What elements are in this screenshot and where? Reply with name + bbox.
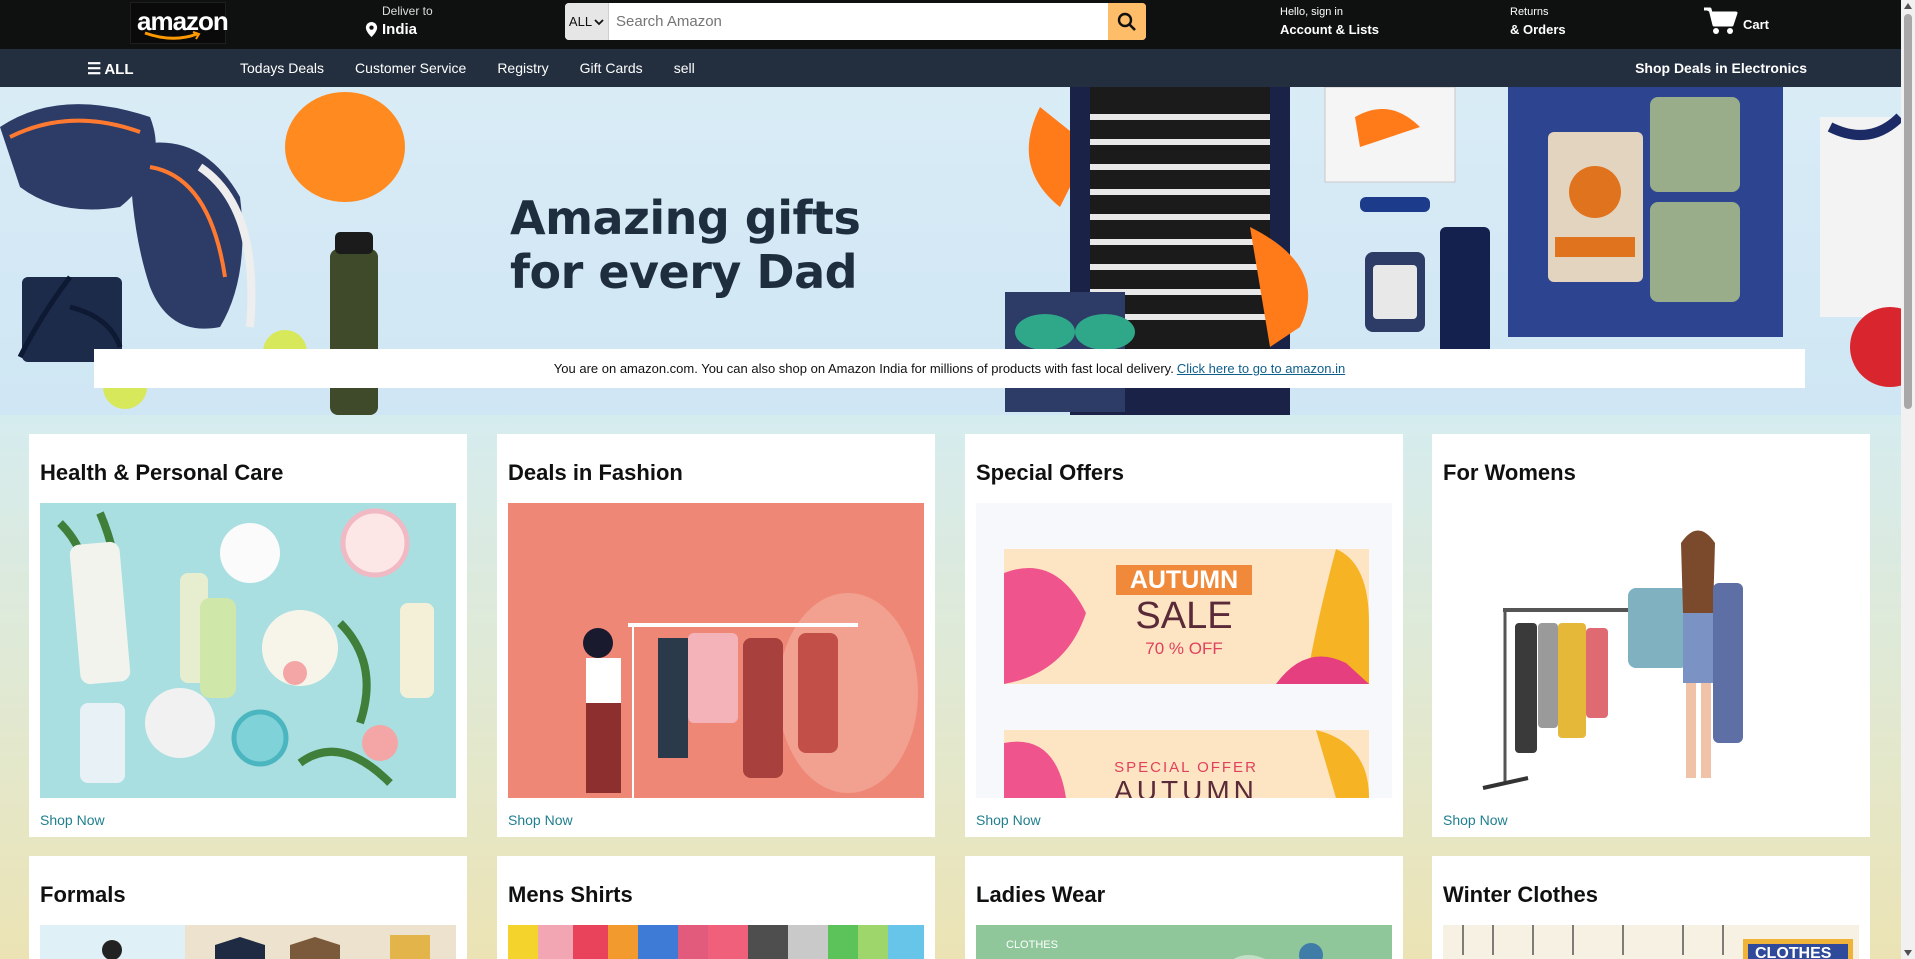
image-caption: CLOTHES bbox=[1755, 945, 1832, 959]
card-title: Special Offers bbox=[976, 460, 1124, 485]
card-image-special-offers[interactable]: AUTUMN SALE 70 % OFF SPECIAL OFFER AUTUM… bbox=[976, 503, 1392, 798]
hero-headline-line1: Amazing gifts bbox=[510, 191, 861, 245]
subnav-link-gift-cards[interactable]: Gift Cards bbox=[580, 60, 643, 76]
page-scrollbar[interactable] bbox=[1901, 0, 1915, 959]
card-image-fashion[interactable] bbox=[508, 503, 924, 798]
ladies-clothing-image bbox=[1234, 943, 1323, 959]
card-title: Health & Personal Care bbox=[40, 460, 284, 485]
deliver-location: India bbox=[382, 21, 418, 38]
subnav-link-registry[interactable]: Registry bbox=[497, 60, 548, 76]
chevron-down-icon bbox=[594, 18, 604, 25]
deliver-to-location[interactable]: Deliver to India bbox=[365, 4, 433, 38]
subnav-link-sell[interactable]: sell bbox=[674, 60, 695, 76]
card-image-womens[interactable] bbox=[1443, 503, 1859, 798]
autumn-banner-badge: AUTUMN bbox=[1116, 565, 1252, 595]
shop-now-link[interactable]: Shop Now bbox=[976, 812, 1041, 828]
shop-now-link[interactable]: Shop Now bbox=[508, 812, 573, 828]
clothing-rack-image bbox=[508, 503, 924, 798]
card-title: For Womens bbox=[1443, 460, 1576, 485]
region-notice-banner: You are on amazon.com. You can also shop… bbox=[94, 349, 1805, 388]
all-menu-button[interactable]: ☰ ALL bbox=[87, 59, 134, 79]
secondary-navigation-bar: ☰ ALL Todays Deals Customer Service Regi… bbox=[0, 49, 1901, 87]
search-category-select[interactable]: ALL bbox=[565, 3, 609, 40]
all-label: ALL bbox=[104, 60, 134, 78]
woman-clothing-rack-image bbox=[1443, 503, 1859, 798]
colorful-shirts-image bbox=[508, 925, 924, 959]
card-image-winter-clothes[interactable]: CLOTHES bbox=[1443, 925, 1859, 959]
scroll-down-arrow-icon[interactable] bbox=[1904, 950, 1912, 956]
hero-headline: Amazing gifts for every Dad bbox=[510, 191, 861, 299]
card-mens-shirts: Mens Shirts bbox=[497, 856, 935, 959]
card-for-womens: For Womens Shop Now bbox=[1432, 434, 1870, 837]
card-title: Ladies Wear bbox=[976, 882, 1106, 907]
search-button[interactable] bbox=[1108, 3, 1146, 40]
subnav-links: Todays Deals Customer Service Registry G… bbox=[240, 60, 726, 76]
card-ladies-wear: Ladies Wear CLOTHES bbox=[965, 856, 1403, 959]
card-image-mens-shirts[interactable] bbox=[508, 925, 924, 959]
deliver-label: Deliver to bbox=[382, 4, 433, 18]
amazon-logo[interactable]: amazon bbox=[130, 2, 229, 44]
search-bar: ALL bbox=[565, 3, 1146, 40]
special-offer-banner-label: SPECIAL OFFER bbox=[1114, 759, 1258, 776]
account-label: Account & Lists bbox=[1280, 22, 1379, 37]
search-icon bbox=[1117, 12, 1136, 31]
shop-deals-electronics-link[interactable]: Shop Deals in Electronics bbox=[1635, 60, 1807, 76]
card-title: Mens Shirts bbox=[508, 882, 633, 907]
cart-label: Cart bbox=[1743, 16, 1770, 32]
region-notice-text: You are on amazon.com. You can also shop… bbox=[553, 361, 1174, 376]
orders-label: & Orders bbox=[1510, 22, 1566, 37]
search-category-value: ALL bbox=[568, 14, 593, 29]
autumn-banner-sale: SALE bbox=[1135, 595, 1233, 637]
card-title: Formals bbox=[40, 882, 126, 907]
card-image-ladies-wear[interactable]: CLOTHES bbox=[976, 925, 1392, 959]
returns-label: Returns bbox=[1510, 6, 1549, 18]
hero-headline-line2: for every Dad bbox=[510, 245, 858, 299]
shop-now-link[interactable]: Shop Now bbox=[1443, 812, 1508, 828]
scroll-up-arrow-icon[interactable] bbox=[1904, 3, 1912, 9]
location-pin-icon bbox=[365, 22, 378, 37]
account-greeting: Hello, sign in bbox=[1280, 6, 1343, 18]
cart-icon bbox=[1704, 7, 1738, 34]
scrollbar-thumb[interactable] bbox=[1904, 14, 1912, 409]
card-image-formals[interactable] bbox=[40, 925, 456, 959]
card-special-offers: Special Offers AUTUMN SALE 70 % OFF SPEC… bbox=[965, 434, 1403, 837]
card-title: Winter Clothes bbox=[1443, 882, 1599, 907]
card-title: Deals in Fashion bbox=[508, 460, 683, 485]
smile-arrow-icon bbox=[144, 31, 201, 40]
subnav-link-todays-deals[interactable]: Todays Deals bbox=[240, 60, 324, 76]
top-navigation-bar: amazon Deliver to India ALL Search Amazo… bbox=[0, 0, 1901, 49]
skincare-products-image bbox=[40, 503, 456, 798]
search-input[interactable] bbox=[610, 3, 1101, 40]
subnav-link-customer-service[interactable]: Customer Service bbox=[355, 60, 466, 76]
amazon-india-link[interactable]: Click here to go to amazon.in bbox=[1177, 361, 1345, 376]
card-health-personal-care: Health & Personal Care Shop Now bbox=[29, 434, 467, 837]
hamburger-icon: ☰ bbox=[87, 61, 102, 78]
autumn-banner-discount: 70 % OFF bbox=[1145, 639, 1223, 658]
special-offer-banner-title: AUTUMN bbox=[1114, 775, 1258, 798]
returns-and-orders[interactable]: Returns & Orders bbox=[1510, 6, 1566, 37]
cart-button[interactable]: Cart bbox=[1703, 6, 1769, 36]
account-and-lists[interactable]: Hello, sign in Account & Lists bbox=[1280, 6, 1379, 37]
card-image-health[interactable] bbox=[40, 503, 456, 798]
shop-now-link[interactable]: Shop Now bbox=[40, 812, 105, 828]
card-winter-clothes: Winter Clothes CLOTHES bbox=[1432, 856, 1870, 959]
formal-wear-image bbox=[40, 925, 456, 959]
card-deals-in-fashion: Deals in Fashion Shop Now bbox=[497, 434, 935, 837]
card-formals: Formals bbox=[29, 856, 467, 959]
